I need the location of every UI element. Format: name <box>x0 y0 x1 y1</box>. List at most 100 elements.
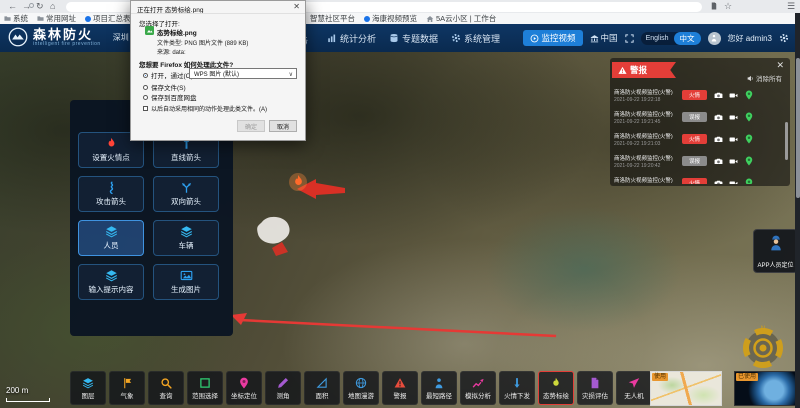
clear-all-button[interactable]: 消除所有 <box>747 73 782 83</box>
location-pin-icon[interactable] <box>744 112 754 122</box>
download-dialog: 正在打开 态势标绘.png ✕ 您选择了打开: 态势标绘.png 文件类型: P… <box>130 0 306 141</box>
location-pin-icon[interactable] <box>744 178 754 184</box>
bookmark-star-icon[interactable]: ☆ <box>724 0 732 13</box>
tool-area[interactable]: 面积 <box>304 371 340 405</box>
two-way-arrow-button[interactable]: 双向箭头 <box>153 176 219 212</box>
back-icon[interactable]: ← <box>8 0 17 13</box>
dialog-filetype-row: 文件类型: PNG 图片文件 (889 KB) <box>157 38 248 47</box>
radio-save-cloud[interactable]: 保存到百度网盘 <box>143 92 197 102</box>
fullscreen-icon[interactable] <box>625 34 634 43</box>
tool-situation-plot[interactable]: 态势标绘 <box>538 371 574 405</box>
video-camera-icon[interactable] <box>729 135 738 144</box>
tool-coordinate-locate[interactable]: 坐标定位 <box>226 371 262 405</box>
fire-tag-button[interactable]: 火情 <box>682 178 707 184</box>
attack-arrow-button[interactable]: 攻击箭头 <box>78 176 144 212</box>
location-pin-icon[interactable] <box>744 134 754 144</box>
language-toggle[interactable]: English 中文 <box>641 32 701 45</box>
video-camera-icon[interactable] <box>729 113 738 122</box>
fire-tag-button[interactable]: 火情 <box>682 90 707 100</box>
basemap-earth-thumbnail[interactable]: 已使用 <box>734 371 796 406</box>
bookmark-item[interactable]: 海康视频预览 <box>364 13 417 24</box>
close-icon[interactable]: ✕ <box>776 60 784 71</box>
radio-open-with[interactable]: 打开，通过(O) <box>143 70 193 80</box>
alarm-list: 商洛防火视频监控(火警)2021-09-22 19:22:18 火情 商洛防火视… <box>614 84 774 184</box>
reload-icon[interactable]: ↻ <box>36 0 44 13</box>
tool-search[interactable]: 查询 <box>148 371 184 405</box>
compass-control[interactable]: N <box>740 324 786 370</box>
vehicle-button[interactable]: 车辆 <box>153 220 219 256</box>
tool-drone[interactable]: 无人机 <box>616 371 652 405</box>
bookmark-folder[interactable]: 常用网址 <box>37 13 76 24</box>
library-icon[interactable] <box>710 2 718 10</box>
site-info-icon[interactable] <box>29 3 34 8</box>
avatar[interactable] <box>708 32 721 45</box>
nav-item-thematic-data[interactable]: 专题数据 <box>389 32 438 45</box>
false-alarm-tag-button[interactable]: 误报 <box>682 112 707 122</box>
tool-measure-angle[interactable]: 测角 <box>265 371 301 405</box>
radio-icon[interactable] <box>143 85 148 90</box>
bookmark-folder[interactable]: 系统 <box>4 13 28 24</box>
bookmark-item[interactable]: 5A云小区 | 工作台 <box>426 13 496 24</box>
radio-icon[interactable] <box>143 73 148 78</box>
tool-range-select[interactable]: 范围选择 <box>187 371 223 405</box>
camera-icon[interactable] <box>714 157 723 166</box>
globe-icon <box>355 377 367 389</box>
nav-item-system-admin[interactable]: 系统管理 <box>451 32 500 45</box>
page-scrollbar[interactable] <box>795 13 800 408</box>
map-toolbar: 图层 气象 查询 范围选择 坐标定位 测角 面积 地图漫游 警报 最短路径 模拟… <box>70 371 652 405</box>
location-pin-icon[interactable] <box>744 90 754 100</box>
favicon <box>85 16 91 22</box>
video-camera-icon[interactable] <box>729 91 738 100</box>
tool-fire-dispatch[interactable]: 火情下发 <box>499 371 535 405</box>
personnel-button[interactable]: 人员 <box>78 220 144 256</box>
radio-save-file[interactable]: 保存文件(S) <box>143 82 186 92</box>
tool-simulation-analysis[interactable]: 模拟分析 <box>460 371 496 405</box>
tool-map-roam[interactable]: 地图漫游 <box>343 371 379 405</box>
checkbox-remember[interactable]: 以后自动采用相同的动作处理此类文件。(A) <box>143 104 267 113</box>
main-nav: 统计分析 专题数据 系统管理 <box>327 24 500 52</box>
camera-icon[interactable] <box>714 135 723 144</box>
camera-icon[interactable] <box>714 113 723 122</box>
bookmark-item[interactable]: 智慧社区平台 <box>310 13 355 24</box>
lang-english[interactable]: English <box>641 35 674 42</box>
ok-button[interactable]: 确定 <box>237 120 265 132</box>
bookmark-label: 系统 <box>13 13 28 24</box>
video-camera-icon[interactable] <box>729 179 738 185</box>
browser-menu-icon[interactable]: ☰ <box>787 0 795 13</box>
tool-layers[interactable]: 图层 <box>70 371 106 405</box>
tool-alarm[interactable]: 警报 <box>382 371 418 405</box>
video-camera-icon[interactable] <box>729 157 738 166</box>
alarm-row-title: 商洛防火视频监控(火警) <box>614 132 680 140</box>
bar-chart-icon <box>327 33 337 43</box>
alarm-scrollbar[interactable] <box>785 122 788 160</box>
app-personnel-locate-button[interactable]: APP人员定位 <box>753 229 798 273</box>
settings-gear-icon[interactable] <box>779 33 789 43</box>
lang-chinese[interactable]: 中文 <box>674 32 701 45</box>
close-icon[interactable]: ✕ <box>293 2 300 11</box>
radio-icon[interactable] <box>143 95 148 100</box>
tool-shortest-path[interactable]: 最短路径 <box>421 371 457 405</box>
nav-item-statistics[interactable]: 统计分析 <box>327 32 376 45</box>
tool-weather[interactable]: 气象 <box>109 371 145 405</box>
app-header: 森林防火 intelligent fire prevention 深圳 务 统计… <box>0 24 800 52</box>
generate-image-button[interactable]: 生成图片 <box>153 264 219 300</box>
camera-icon[interactable] <box>714 179 723 185</box>
open-with-dropdown[interactable]: WPS 图片 (默认)∨ <box>189 68 297 79</box>
location-pin-icon[interactable] <box>744 156 754 166</box>
plot-line-arrowhead <box>231 313 247 325</box>
scrollbar-thumb[interactable] <box>796 58 800 198</box>
monitor-video-button[interactable]: 监控视频 <box>523 30 583 46</box>
tool-damage-assessment[interactable]: 灾损评估 <box>577 371 613 405</box>
input-prompt-button[interactable]: 输入提示内容 <box>78 264 144 300</box>
fire-tag-button[interactable]: 火情 <box>682 134 707 144</box>
home-icon[interactable]: ⌂ <box>50 0 55 13</box>
checkbox-icon[interactable] <box>143 106 148 111</box>
basemap-street-thumbnail[interactable]: 使用 <box>650 371 722 406</box>
home-icon <box>426 15 434 23</box>
bookmark-label: 智慧社区平台 <box>310 13 355 24</box>
country-selector[interactable]: 中国 <box>590 32 618 44</box>
cancel-button[interactable]: 取消 <box>269 120 297 132</box>
camera-icon[interactable] <box>714 91 723 100</box>
map-viewport[interactable]: 设置火情点 直线箭头 攻击箭头 双向箭头 人员 车辆 输入提示内容 生成图片 警… <box>0 52 800 408</box>
false-alarm-tag-button[interactable]: 误报 <box>682 156 707 166</box>
